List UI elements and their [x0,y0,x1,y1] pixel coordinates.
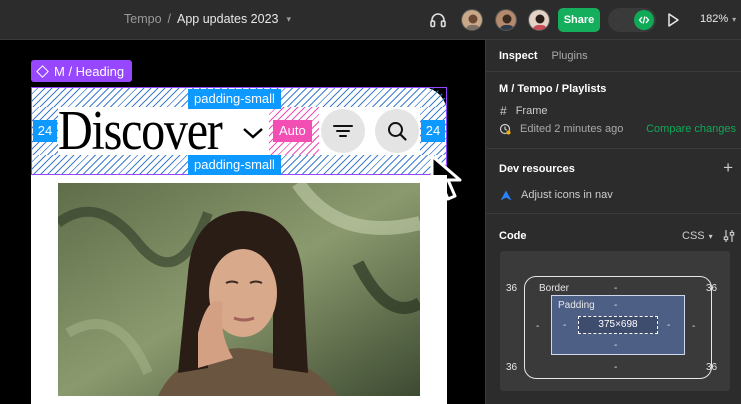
padding-right-value: - [667,320,671,331]
tab-inspect[interactable]: Inspect [499,50,538,62]
padding-left-tag: 24 [33,120,57,142]
frame-row: # Frame [500,104,547,118]
breadcrumb[interactable]: Tempo / App updates 2023 ▾ [124,12,291,26]
padding-top-value: - [614,300,618,311]
chevron-down-icon[interactable]: ▾ [287,14,292,25]
heading-frame[interactable]: Discover padding-small padding-small 24 … [31,87,447,175]
border-label: Border [539,283,570,294]
border-top-value: - [614,283,618,294]
compare-changes-link[interactable]: Compare changes [646,123,736,135]
play-icon[interactable] [666,12,680,28]
component-name: M / Heading [54,63,125,79]
component-icon [36,64,49,78]
border-right-value: - [692,321,696,332]
padding-bottom-tag: padding-small [188,155,281,175]
edited-text: Edited 2 minutes ago [520,123,624,135]
inspect-panel: Inspect Plugins M / Tempo / Playlists # … [485,40,741,404]
dev-mode-toggle[interactable] [608,8,656,32]
edited-row: Edited 2 minutes ago [499,123,623,135]
portrait-photo[interactable] [58,183,420,396]
dev-resources-title: Dev resources [499,163,575,175]
corner-radius-br: 36 [706,362,718,373]
padding-left-value: - [563,320,567,331]
top-bar: Tempo / App updates 2023 ▾ Share 182% ▾ [0,0,741,40]
file-name[interactable]: App updates 2023 [177,12,278,26]
language-value: CSS [682,230,705,242]
corner-radius-bl: 36 [506,362,518,373]
avatar[interactable] [528,9,550,31]
dev-resources-section: Dev resources + Adjust icons in nav [486,149,741,214]
content-area [31,175,447,404]
project-name[interactable]: Tempo [124,12,162,26]
language-select[interactable]: CSS ▾ [682,230,713,242]
tab-plugins[interactable]: Plugins [552,50,588,62]
content-size: 375×698 [578,316,658,334]
box-model-diagram: 36 36 36 36 Border - - - - Padding - - -… [500,251,730,391]
dev-resource-item[interactable]: Adjust icons in nav [500,189,613,201]
corner-radius-tl: 36 [506,283,518,294]
border-bottom-value: - [614,362,618,373]
chevron-down-icon: ▾ [708,231,713,241]
padding-right-tag: 24 [421,120,445,142]
panel-tabs: Inspect Plugins [486,40,741,72]
zoom-level: 182% [700,13,729,25]
chevron-down-icon: ▾ [732,14,737,24]
avatar[interactable] [461,9,483,31]
selection-section: M / Tempo / Playlists # Frame Edited 2 m… [486,72,741,149]
auto-spacing-tag: Auto [273,120,312,142]
breadcrumb-separator: / [167,12,172,26]
border-left-value: - [536,321,540,332]
share-button[interactable]: Share [558,8,600,32]
dev-resource-label: Adjust icons in nav [521,189,613,201]
padding-bottom-value: - [614,340,618,351]
settings-sliders-icon[interactable] [723,229,735,243]
frame-label: Frame [515,105,548,117]
hash-icon: # [500,104,507,118]
component-label[interactable]: M / Heading [31,60,133,82]
code-icon [634,10,654,30]
avatar[interactable] [495,9,517,31]
history-icon [499,123,511,135]
code-title: Code [499,230,527,242]
headphones-icon[interactable] [428,10,448,30]
zoom-menu[interactable]: 182% ▾ [700,13,736,25]
selection-title: M / Tempo / Playlists [499,83,607,95]
corner-radius-tr: 36 [706,283,718,294]
design-canvas[interactable]: M / Heading Discover padding-small paddi… [0,40,485,404]
padding-top-tag: padding-small [188,89,281,109]
padding-label: Padding [558,300,595,311]
jira-icon [500,190,512,200]
add-resource-button[interactable]: + [723,158,733,178]
